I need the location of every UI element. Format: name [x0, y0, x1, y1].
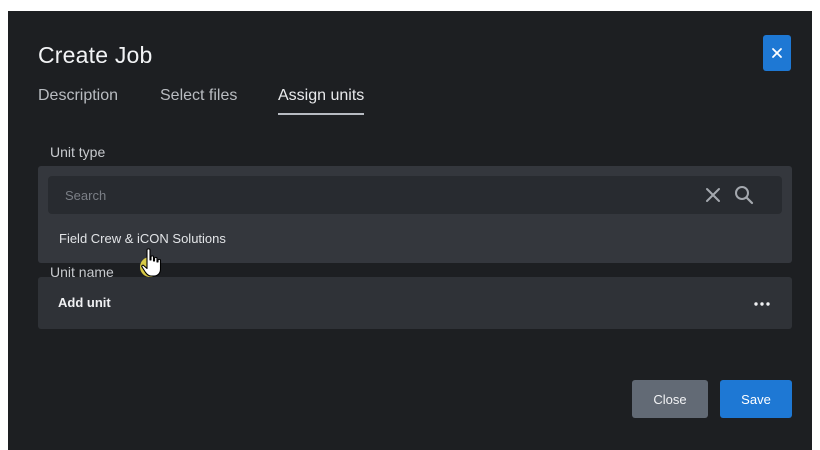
dialog-close-button[interactable]: [763, 35, 791, 71]
tab-assign-units[interactable]: Assign units: [278, 87, 365, 115]
clear-icon[interactable]: [705, 187, 721, 203]
tab-description[interactable]: Description: [38, 87, 118, 113]
more-icon[interactable]: [752, 293, 772, 313]
close-button[interactable]: Close: [632, 380, 708, 418]
save-button[interactable]: Save: [720, 380, 792, 418]
create-job-dialog: Create Job Description Select files Assi…: [8, 11, 812, 450]
unit-type-label: Unit type: [50, 144, 106, 160]
close-icon: [772, 48, 782, 58]
search-icon[interactable]: [734, 185, 754, 205]
tab-select-files[interactable]: Select files: [160, 87, 237, 113]
unit-type-search-box: [48, 176, 782, 214]
unit-type-option-label: Field Crew & iCON Solutions: [59, 231, 226, 246]
add-unit-button[interactable]: Add unit: [58, 295, 111, 310]
unit-type-search-input[interactable]: [48, 176, 688, 214]
unit-row: Add unit: [38, 277, 792, 329]
hand-cursor-icon: [140, 248, 162, 277]
dialog-title: Create Job: [38, 42, 153, 68]
